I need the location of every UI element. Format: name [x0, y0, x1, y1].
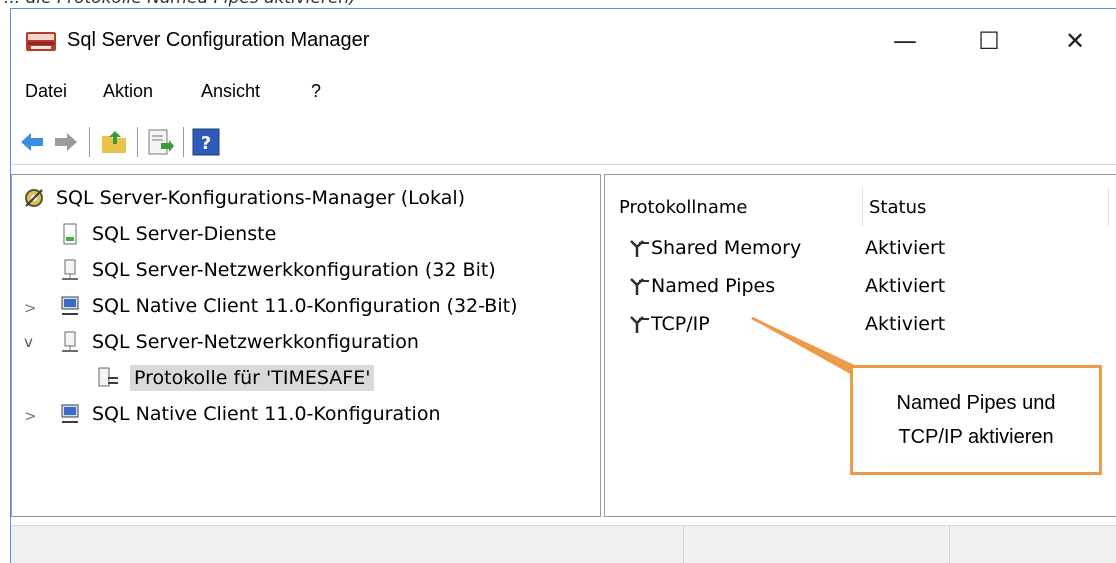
tree-item-native-client[interactable]: > SQL Native Client 11.0-Konfiguration: [24, 397, 441, 431]
export-list-icon[interactable]: [145, 127, 175, 157]
toolbar: ?: [11, 115, 1116, 165]
status-bar-separator: [949, 526, 950, 563]
list-item[interactable]: TCP/IP Aktiviert: [605, 307, 1105, 343]
chevron-right-icon[interactable]: >: [24, 407, 38, 425]
tree-item-netzwerk[interactable]: v SQL Server-Netzwerkkonfiguration: [24, 325, 419, 359]
protocol-icon: [630, 240, 649, 257]
menu-help[interactable]: ?: [311, 81, 321, 102]
app-window: Sql Server Configuration Manager — ☐ ✕ D…: [10, 8, 1116, 563]
list-item[interactable]: Shared Memory Aktiviert: [605, 231, 1105, 267]
svg-text:?: ?: [201, 133, 211, 154]
console-tree: SQL Server-Konfigurations-Manager (Lokal…: [11, 174, 601, 517]
title-bar: Sql Server Configuration Manager — ☐ ✕: [11, 9, 1116, 67]
status-bar-separator: [683, 526, 684, 563]
list-item[interactable]: Named Pipes Aktiviert: [605, 269, 1105, 305]
protocol-status: Aktiviert: [865, 313, 946, 335]
tree-root-label: SQL Server-Konfigurations-Manager (Lokal…: [56, 187, 466, 209]
callout-line-1: Named Pipes und: [896, 392, 1056, 414]
tree-item-label: SQL Server-Dienste: [92, 223, 277, 245]
protocol-name-cell: Named Pipes: [627, 275, 775, 297]
client-computer-icon: [61, 404, 79, 423]
menu-ansicht[interactable]: Ansicht: [201, 81, 260, 102]
network-configuration-icon: [62, 331, 78, 352]
tree-item-label: SQL Server-Netzwerkkonfiguration: [92, 331, 419, 353]
up-folder-icon[interactable]: [99, 127, 129, 157]
help-icon[interactable]: ?: [191, 127, 221, 157]
configuration-manager-icon: [25, 189, 43, 207]
protocol-name-cell: Shared Memory: [627, 237, 801, 259]
column-header-protokollname[interactable]: Protokollname: [619, 187, 863, 227]
protocol-status: Aktiviert: [865, 275, 946, 297]
tree-root[interactable]: SQL Server-Konfigurations-Manager (Lokal…: [22, 181, 465, 215]
close-button[interactable]: ✕: [1045, 17, 1105, 65]
server-icon: [63, 223, 77, 245]
tree-item-sql-server-dienste[interactable]: SQL Server-Dienste: [58, 217, 276, 251]
tree-item-protokolle-timesafe[interactable]: Protokolle für 'TIMESAFE': [96, 361, 375, 395]
chevron-down-icon[interactable]: v: [24, 333, 38, 351]
tree-item-label: Protokolle für 'TIMESAFE': [130, 365, 375, 391]
callout-line-2: TCP/IP aktivieren: [898, 426, 1054, 448]
protocol-name: Shared Memory: [651, 237, 802, 259]
callout-box: Named Pipes und TCP/IP aktivieren: [850, 365, 1102, 475]
network-configuration-icon: [62, 259, 78, 280]
tree-item-label: SQL Native Client 11.0-Konfiguration: [92, 403, 441, 425]
protocol-status: Aktiviert: [865, 237, 946, 259]
tree-item-native-client-32[interactable]: > SQL Native Client 11.0-Konfiguration (…: [24, 289, 518, 323]
back-arrow-icon[interactable]: [17, 127, 47, 157]
minimize-button[interactable]: —: [875, 17, 935, 65]
tree-item-label: SQL Server-Netzwerkkonfiguration (32 Bit…: [92, 259, 496, 281]
window-title: Sql Server Configuration Manager: [67, 29, 370, 51]
sql-server-app-icon: [26, 32, 56, 51]
chevron-right-icon[interactable]: >: [24, 299, 38, 317]
client-computer-icon: [61, 296, 79, 315]
protocols-icon: [98, 367, 118, 387]
toolbar-separator: [183, 127, 184, 157]
forward-arrow-icon[interactable]: [51, 127, 81, 157]
tree-item-label: SQL Native Client 11.0-Konfiguration (32…: [92, 295, 518, 317]
protocol-name: Named Pipes: [651, 275, 776, 297]
menu-aktion[interactable]: Aktion: [103, 81, 153, 102]
protocol-icon: [630, 278, 649, 295]
toolbar-separator: [89, 127, 90, 157]
protocol-name-cell: TCP/IP: [627, 313, 710, 335]
status-bar: [11, 525, 1116, 563]
menu-datei[interactable]: Datei: [25, 81, 67, 102]
toolbar-separator: [137, 127, 138, 157]
menu-bar: Datei Aktion Ansicht ?: [11, 77, 1116, 115]
protocol-name: TCP/IP: [651, 313, 710, 335]
caption-fragment: ... die Protokolle Named Pipes aktiviere…: [4, 0, 356, 8]
maximize-button[interactable]: ☐: [959, 17, 1019, 65]
column-header-status[interactable]: Status: [869, 187, 1109, 227]
protocol-icon: [630, 316, 649, 333]
tree-item-netzwerk-32[interactable]: SQL Server-Netzwerkkonfiguration (32 Bit…: [58, 253, 496, 287]
